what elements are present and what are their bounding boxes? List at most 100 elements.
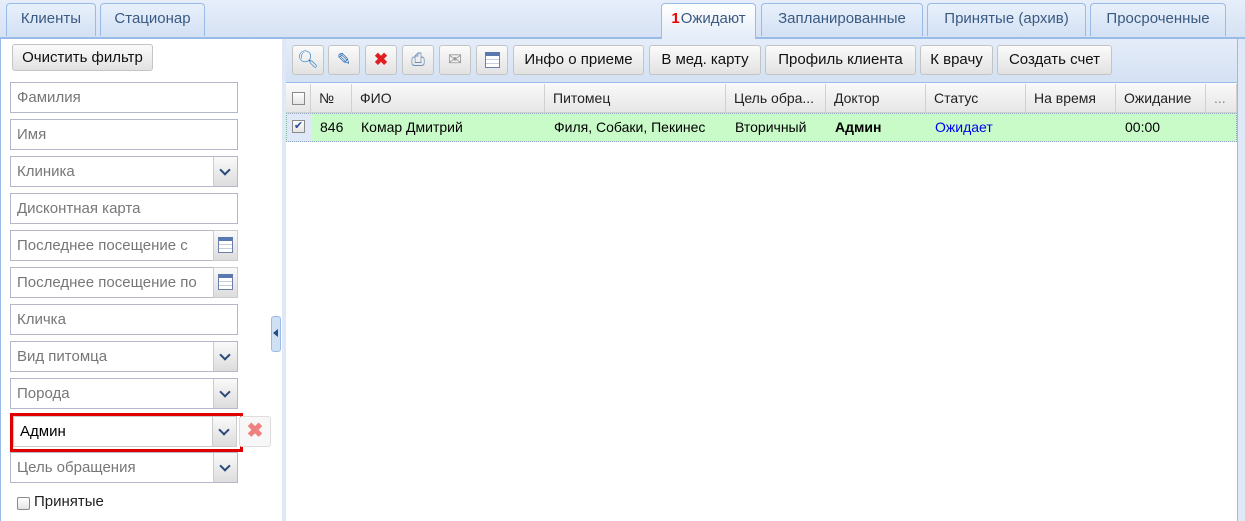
column-header[interactable]: ФИО <box>352 84 545 112</box>
delete-icon: ✖ <box>373 50 389 69</box>
column-header[interactable]: На время <box>1026 84 1116 112</box>
chevron-down-icon <box>219 460 231 472</box>
dropdown-trigger[interactable] <box>213 379 237 408</box>
tab-bar: Клиенты Стационар 1Ожидают Запланированн… <box>0 0 1245 39</box>
last-visit-from-field[interactable]: Последнее посещение с <box>10 230 230 261</box>
pet-name-field[interactable]: Кличка <box>10 304 238 335</box>
dropdown-trigger[interactable] <box>213 453 237 482</box>
tab-archive[interactable]: Принятые (архив) <box>927 3 1086 36</box>
right-border <box>1237 39 1245 521</box>
date-picker-button[interactable] <box>213 230 238 261</box>
column-header[interactable]: Статус <box>926 84 1026 112</box>
dropdown-trigger[interactable] <box>213 157 237 186</box>
tab-badge: 1 <box>671 10 680 27</box>
clear-doctor-button[interactable]: ✖ <box>239 416 271 447</box>
print-button[interactable]: ⎙ <box>402 45 434 75</box>
edit-button[interactable]: ✎ <box>328 45 360 75</box>
field-text: Вид питомца <box>17 348 108 365</box>
row-select-cell[interactable]: ✔ <box>287 114 311 141</box>
column-header[interactable]: ... <box>1206 84 1237 112</box>
button-label: К врачу <box>930 51 983 68</box>
column-header[interactable]: Питомец <box>545 84 726 112</box>
cell-fio: Комар Дмитрий <box>361 119 463 135</box>
button-label: Создать счет <box>1008 51 1101 68</box>
discount-card-field[interactable]: Дисконтная карта <box>10 193 238 224</box>
select-all-header[interactable] <box>286 84 311 112</box>
print-icon: ⎙ <box>411 50 425 69</box>
purpose-combo[interactable]: Цель обращения <box>10 452 238 483</box>
field-text: Кличка <box>17 311 66 328</box>
tab-clients[interactable]: Клиенты <box>6 3 96 36</box>
button-label: Профиль клиента <box>778 51 903 68</box>
field-text: Цель обращения <box>17 459 136 476</box>
select-all-checkbox[interactable] <box>292 92 305 105</box>
tab-label: Запланированные <box>778 10 906 27</box>
toolbar: 🔍︎ ✎ ✖ ⎙ ✉ Инфо о приеме В мед. карту Пр… <box>286 39 1237 83</box>
tab-label: Ожидают <box>680 10 746 27</box>
search-button[interactable]: 🔍︎ <box>292 45 324 75</box>
chevron-down-icon <box>219 349 231 361</box>
clear-filter-button[interactable]: Очистить фильтр <box>12 44 153 71</box>
clinic-combo[interactable]: Клиника <box>10 156 238 187</box>
collapse-panel-button[interactable] <box>271 316 281 352</box>
create-invoice-button[interactable]: Создать счет <box>997 45 1112 75</box>
delete-button[interactable]: ✖ <box>365 45 397 75</box>
firstname-field[interactable]: Имя <box>10 119 238 150</box>
accepted-label: Принятые <box>34 493 104 510</box>
calendar-icon <box>485 52 500 68</box>
calendar-icon <box>218 237 233 253</box>
pet-type-combo[interactable]: Вид питомца <box>10 341 238 372</box>
tab-overdue[interactable]: Просроченные <box>1090 3 1226 36</box>
tab-label: Принятые (архив) <box>944 10 1069 27</box>
search-icon: 🔍︎ <box>297 50 319 69</box>
tab-waiting[interactable]: 1Ожидают <box>661 3 756 39</box>
column-header[interactable]: Доктор <box>826 84 926 112</box>
column-header[interactable]: Ожидание <box>1116 84 1206 112</box>
chevron-down-icon <box>219 386 231 398</box>
field-text: Клиника <box>17 163 75 180</box>
cell-wait: 00:00 <box>1125 119 1161 135</box>
calendar-button[interactable] <box>476 45 508 75</box>
appointment-info-button[interactable]: Инфо о приеме <box>513 45 644 75</box>
tab-label: Стационар <box>114 10 191 27</box>
field-text: Порода <box>17 385 70 402</box>
field-text: Имя <box>17 126 47 143</box>
field-text: Дисконтная карта <box>17 200 141 217</box>
cell-doctor: Админ <box>835 119 882 135</box>
button-label: В мед. карту <box>661 51 749 68</box>
field-text: Фамилия <box>17 89 81 106</box>
button-label: Инфо о приеме <box>524 51 633 68</box>
date-picker-button[interactable] <box>213 267 238 298</box>
tab-planned[interactable]: Запланированные <box>761 3 923 36</box>
dropdown-trigger[interactable] <box>213 342 237 371</box>
checkbox-checked-icon[interactable]: ✔ <box>292 120 305 133</box>
cell-purpose: Вторичный <box>735 119 807 135</box>
table-row[interactable]: ✔ 846 Комар Дмитрий Филя, Собаки, Пекине… <box>286 113 1237 142</box>
calendar-icon <box>218 274 233 290</box>
grid-header: № ФИО Питомец Цель обра... Доктор Статус… <box>286 84 1237 113</box>
tab-hospital[interactable]: Стационар <box>100 3 205 36</box>
cell-pet: Филя, Собаки, Пекинес <box>554 119 706 135</box>
highlight-box <box>10 413 243 452</box>
field-text: Последнее посещение с <box>17 237 188 254</box>
field-text: Последнее посещение по <box>17 274 197 291</box>
close-icon: ✖ <box>246 420 264 442</box>
mail-button[interactable]: ✉ <box>439 45 471 75</box>
to-doctor-button[interactable]: К врачу <box>920 45 993 75</box>
column-header[interactable]: № <box>311 84 352 112</box>
tab-label: Просроченные <box>1106 10 1210 27</box>
mail-icon: ✉ <box>447 50 463 69</box>
cell-number: 846 <box>320 119 344 135</box>
chevron-down-icon <box>219 164 231 176</box>
client-profile-button[interactable]: Профиль клиента <box>765 45 916 75</box>
tab-label: Клиенты <box>20 10 82 27</box>
button-label: Очистить фильтр <box>22 49 143 66</box>
accepted-checkbox[interactable] <box>17 497 30 510</box>
cell-status[interactable]: Ожидает <box>927 114 993 141</box>
breed-combo[interactable]: Порода <box>10 378 238 409</box>
last-visit-to-field[interactable]: Последнее посещение по <box>10 267 230 298</box>
lastname-field[interactable]: Фамилия <box>10 82 238 113</box>
medical-card-button[interactable]: В мед. карту <box>649 45 761 75</box>
cell-time <box>1027 114 1035 141</box>
column-header[interactable]: Цель обра... <box>726 84 826 112</box>
